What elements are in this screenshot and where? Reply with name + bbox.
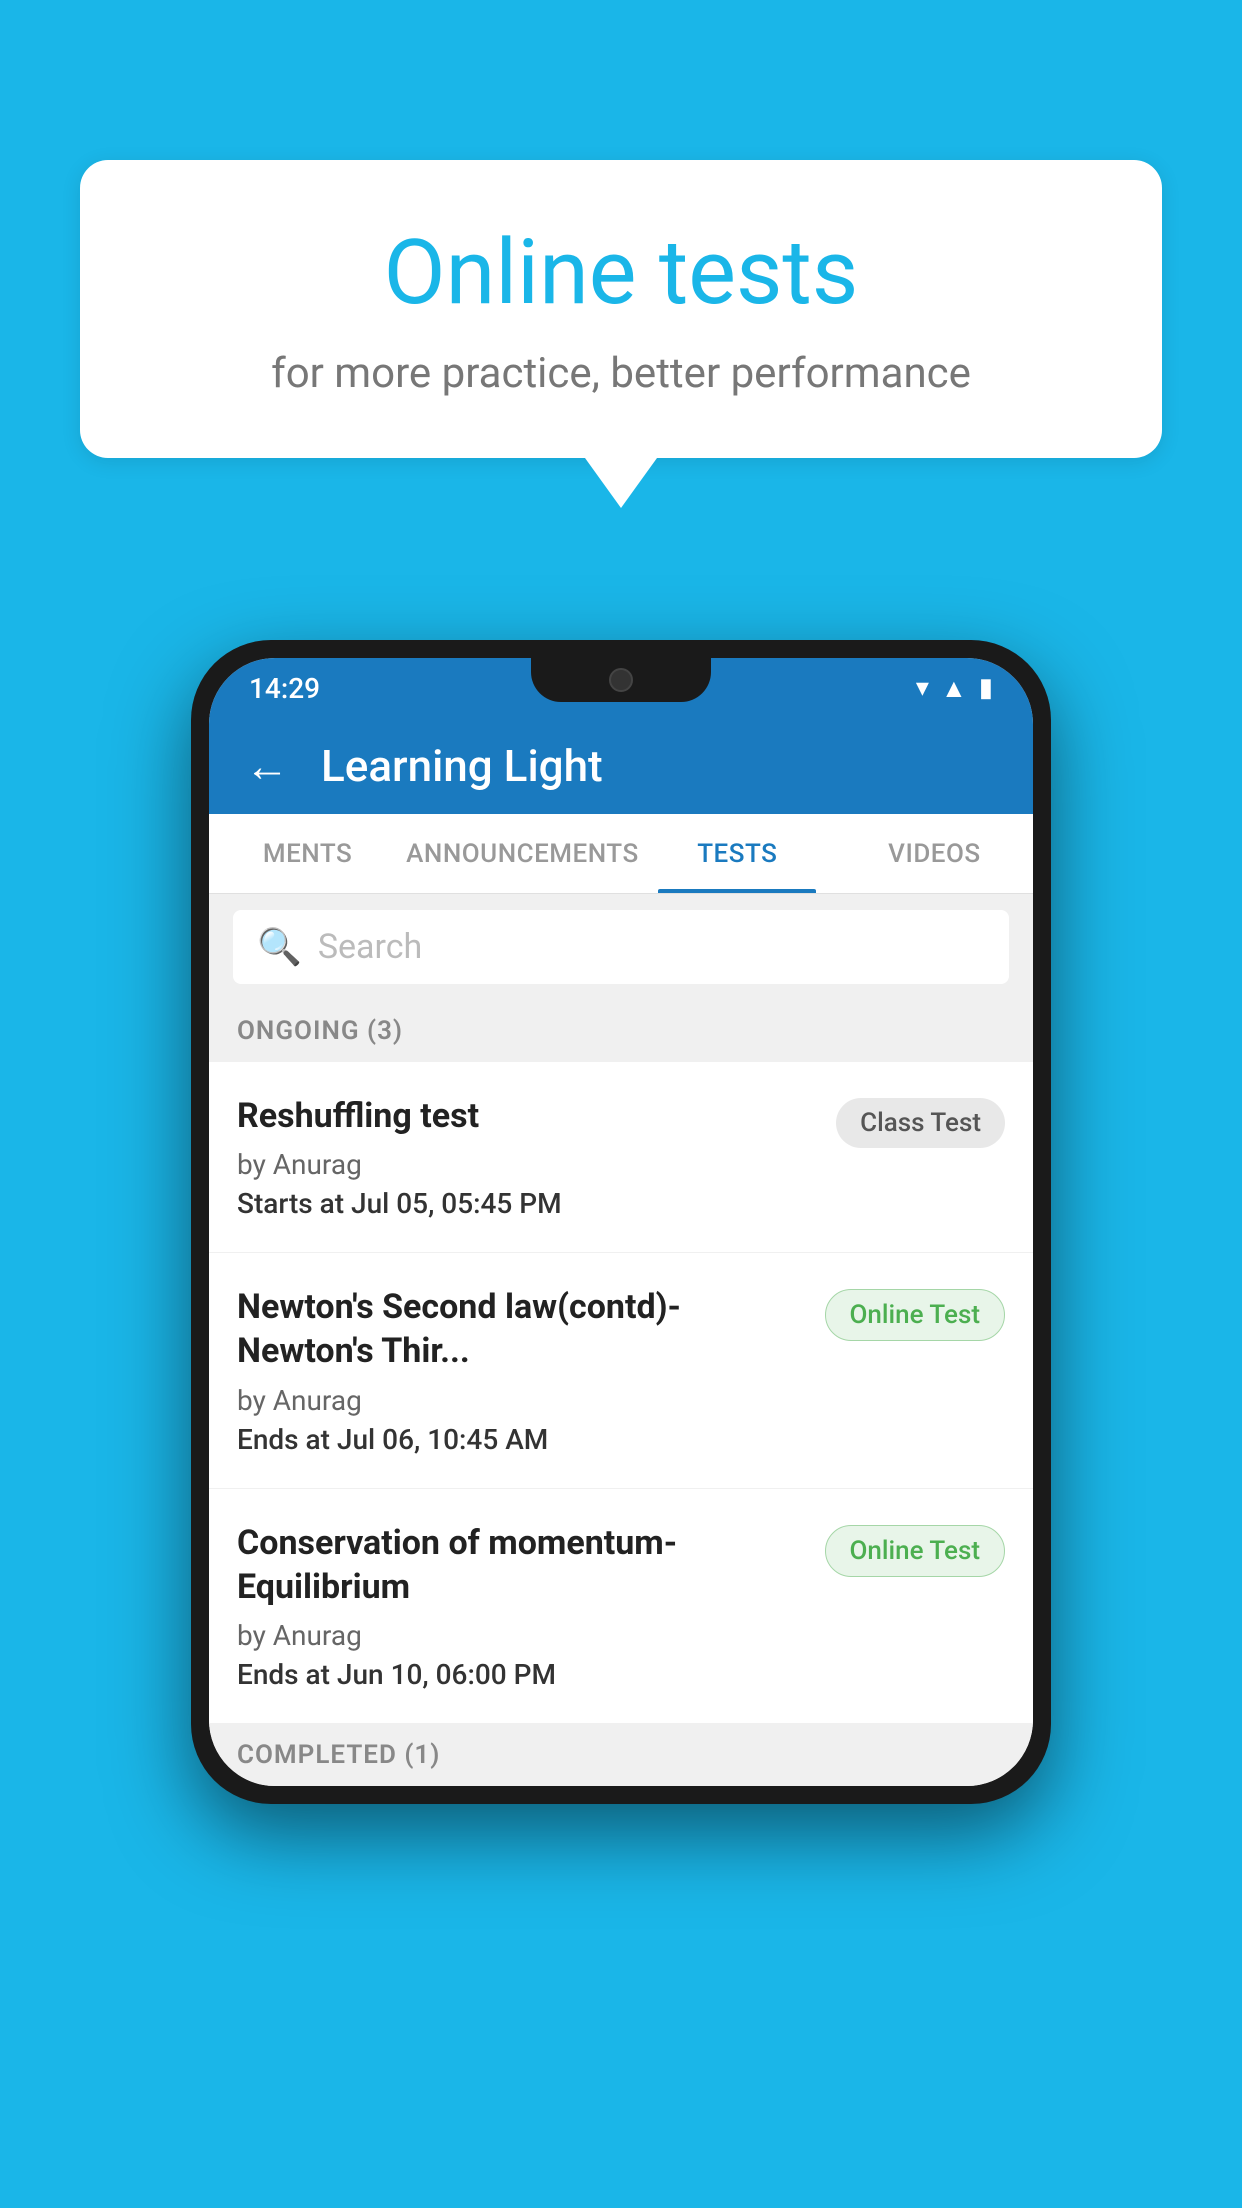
ongoing-section-header: ONGOING (3) <box>209 1000 1033 1062</box>
app-header: ← Learning Light <box>209 718 1033 814</box>
phone-frame: 14:29 ▾ ▲ ▮ ← Learning Light MENTS ANNOU… <box>191 640 1051 1804</box>
badge-online-test-2: Online Test <box>825 1289 1006 1341</box>
test-name-2: Newton's Second law(contd)-Newton's Thir… <box>237 1285 805 1373</box>
speech-bubble: Online tests for more practice, better p… <box>80 160 1162 458</box>
badge-online-test-3: Online Test <box>825 1525 1006 1577</box>
speech-bubble-arrow <box>585 458 657 508</box>
tab-announcements[interactable]: ANNOUNCEMENTS <box>406 814 639 893</box>
phone-camera <box>609 668 633 692</box>
ongoing-section-title: ONGOING (3) <box>237 1016 403 1046</box>
test-by-2: by Anurag <box>237 1384 805 1417</box>
tab-tests[interactable]: TESTS <box>639 814 836 893</box>
app-title: Learning Light <box>321 740 603 792</box>
signal-icon: ▲ <box>941 673 967 704</box>
tab-ments[interactable]: MENTS <box>209 814 406 893</box>
back-button[interactable]: ← <box>245 740 289 792</box>
test-name-3: Conservation of momentum-Equilibrium <box>237 1521 805 1609</box>
search-bar[interactable]: 🔍 Search <box>233 910 1009 984</box>
phone-notch <box>531 658 711 702</box>
test-item-2[interactable]: Newton's Second law(contd)-Newton's Thir… <box>209 1253 1033 1488</box>
test-date-3: Ends at Jun 10, 06:00 PM <box>237 1658 805 1691</box>
test-info-1: Reshuffling test by Anurag Starts at Jul… <box>237 1094 836 1220</box>
test-item-3[interactable]: Conservation of momentum-Equilibrium by … <box>209 1489 1033 1724</box>
search-container: 🔍 Search <box>209 894 1033 1000</box>
bubble-subtitle: for more practice, better performance <box>160 349 1082 398</box>
tab-videos[interactable]: VIDEOS <box>836 814 1033 893</box>
status-icons: ▾ ▲ ▮ <box>916 673 993 704</box>
wifi-icon: ▾ <box>916 673 929 703</box>
phone-screen: 14:29 ▾ ▲ ▮ ← Learning Light MENTS ANNOU… <box>209 658 1033 1786</box>
completed-section-title: COMPLETED (1) <box>237 1740 440 1770</box>
test-date-1: Starts at Jul 05, 05:45 PM <box>237 1187 816 1220</box>
tabs-bar: MENTS ANNOUNCEMENTS TESTS VIDEOS <box>209 814 1033 894</box>
test-by-1: by Anurag <box>237 1148 816 1181</box>
test-item-1[interactable]: Reshuffling test by Anurag Starts at Jul… <box>209 1062 1033 1253</box>
status-time: 14:29 <box>249 672 320 705</box>
battery-icon: ▮ <box>979 673 993 703</box>
test-by-3: by Anurag <box>237 1619 805 1652</box>
bubble-title: Online tests <box>160 220 1082 325</box>
speech-bubble-container: Online tests for more practice, better p… <box>80 160 1162 508</box>
test-name-1: Reshuffling test <box>237 1094 816 1138</box>
test-info-3: Conservation of momentum-Equilibrium by … <box>237 1521 825 1691</box>
phone-container: 14:29 ▾ ▲ ▮ ← Learning Light MENTS ANNOU… <box>191 640 1051 1804</box>
search-input[interactable]: Search <box>318 927 422 967</box>
test-info-2: Newton's Second law(contd)-Newton's Thir… <box>237 1285 825 1455</box>
test-date-2: Ends at Jul 06, 10:45 AM <box>237 1423 805 1456</box>
search-icon: 🔍 <box>257 926 302 968</box>
badge-class-test-1: Class Test <box>836 1098 1005 1148</box>
completed-section-header: COMPLETED (1) <box>209 1724 1033 1786</box>
tests-list: Reshuffling test by Anurag Starts at Jul… <box>209 1062 1033 1724</box>
